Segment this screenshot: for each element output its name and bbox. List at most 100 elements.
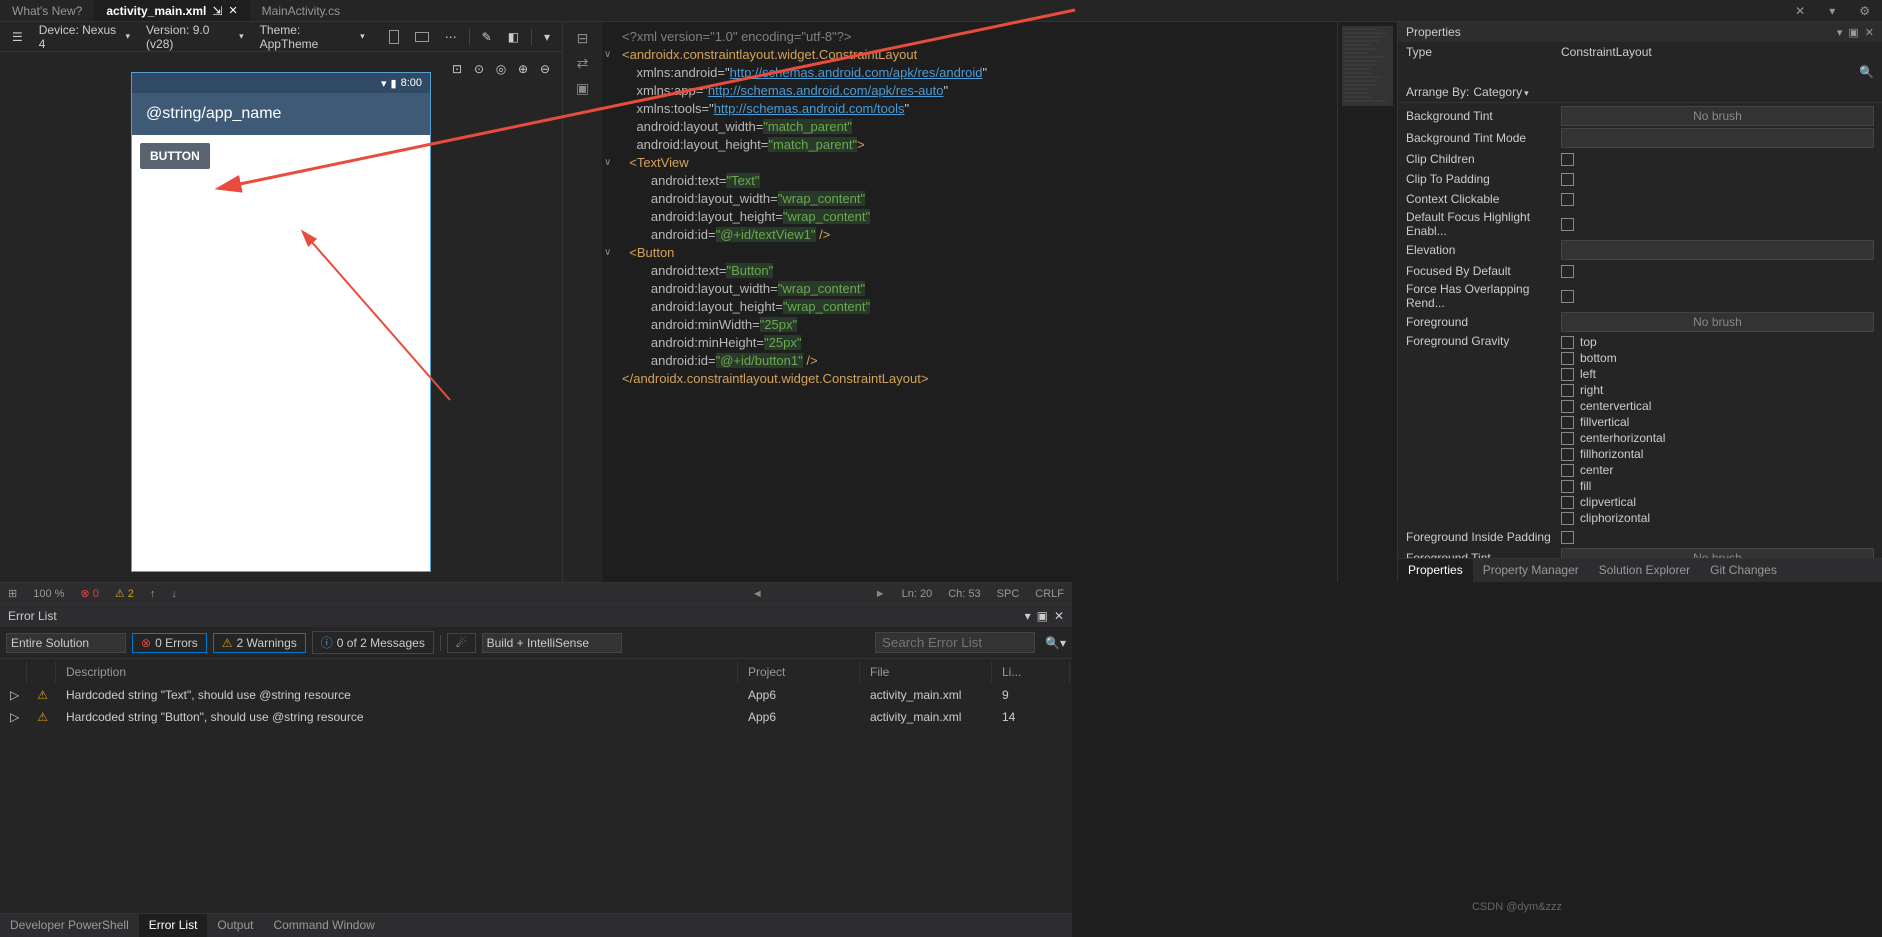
scope-dropdown[interactable]: Entire Solution [6, 633, 126, 653]
close-icon[interactable]: ✕ [1865, 26, 1874, 39]
close-icon[interactable]: ✕ [1054, 609, 1064, 623]
search-icon[interactable]: 🔍 [1859, 65, 1874, 79]
tab-dropdown-icon[interactable]: ▾ [1817, 0, 1847, 21]
arrange-by-dropdown[interactable]: Category [1473, 85, 1528, 99]
table-row[interactable]: ▷⚠Hardcoded string "Button", should use … [2, 707, 1070, 727]
split-swap-icon[interactable]: ⇄ [577, 55, 589, 72]
checkbox[interactable] [1561, 496, 1574, 509]
checkbox[interactable] [1561, 480, 1574, 493]
portrait-icon[interactable] [385, 28, 403, 46]
build-filter-dropdown[interactable]: Build + IntelliSense [482, 633, 622, 653]
tab-git-changes[interactable]: Git Changes [1700, 559, 1787, 582]
line-ending[interactable]: CRLF [1035, 588, 1064, 600]
pin-icon[interactable]: ⇲ [212, 4, 222, 18]
brush-picker[interactable]: No brush [1561, 548, 1874, 558]
tab-whats-new[interactable]: What's New? [0, 0, 94, 21]
checkbox[interactable] [1561, 448, 1574, 461]
device-selector[interactable]: Device: Nexus 4 [35, 21, 134, 53]
col-indicator[interactable]: Ch: 53 [948, 588, 980, 600]
pin-icon[interactable]: ▣ [1037, 609, 1048, 623]
checkbox[interactable] [1561, 432, 1574, 445]
error-search-input[interactable] [875, 632, 1035, 653]
table-row[interactable]: ▷⚠Hardcoded string "Text", should use @s… [2, 685, 1070, 705]
brush-picker[interactable]: No brush [1561, 106, 1874, 126]
checkbox[interactable] [1561, 218, 1574, 231]
landscape-icon[interactable] [411, 30, 433, 44]
search-icon[interactable]: 🔍▾ [1045, 636, 1066, 650]
tab-output[interactable]: Output [207, 914, 263, 937]
tab-settings-icon[interactable]: ⚙ [1847, 0, 1882, 21]
error-list-panel: Error List ▾ ▣ ✕ Entire Solution ⊗0 Erro… [0, 604, 1072, 913]
checkbox[interactable] [1561, 193, 1574, 206]
nav-up-icon[interactable]: ↑ [150, 588, 156, 600]
tab-activity-main[interactable]: activity_main.xml ⇲ ✕ [94, 0, 249, 21]
zoom-actual-icon[interactable]: ◎ [492, 60, 510, 78]
tab-error-list[interactable]: Error List [139, 914, 208, 937]
checkbox[interactable] [1561, 512, 1574, 525]
tab-main-activity[interactable]: MainActivity.cs [250, 0, 352, 21]
zoom-in-icon[interactable]: ⊕ [514, 60, 532, 78]
messages-filter-button[interactable]: ⓘ0 of 2 Messages [312, 631, 434, 654]
dropdown-icon[interactable]: ▾ [540, 28, 554, 46]
fit-icon[interactable]: ⊡ [448, 60, 466, 78]
filter-icon[interactable]: ☄ [447, 633, 476, 653]
zoom-level[interactable]: 100 % [33, 588, 64, 600]
warning-count[interactable]: ⚠ 2 [115, 587, 134, 600]
preview-button[interactable]: BUTTON [140, 143, 210, 169]
fold-icon[interactable]: ∨ [604, 154, 611, 172]
col-line[interactable]: Li... [994, 661, 1070, 683]
line-indicator[interactable]: Ln: 20 [902, 588, 933, 600]
checkbox[interactable] [1561, 352, 1574, 365]
dropdown-input[interactable] [1561, 128, 1874, 148]
split-horizontal-icon[interactable]: ⊟ [577, 30, 589, 47]
text-input[interactable] [1561, 240, 1874, 260]
tab-close-document[interactable]: ✕ [1783, 0, 1817, 21]
indent-mode[interactable]: SPC [997, 588, 1020, 600]
material-icon[interactable]: ◧ [504, 28, 523, 46]
col-project[interactable]: Project [740, 661, 860, 683]
pin-icon[interactable]: ▣ [1848, 26, 1858, 39]
checkbox[interactable] [1561, 400, 1574, 413]
error-count[interactable]: ⊗ 0 [80, 587, 98, 600]
checkbox[interactable] [1561, 368, 1574, 381]
checkbox[interactable] [1561, 531, 1574, 544]
checkbox[interactable] [1561, 153, 1574, 166]
brush-picker[interactable]: No brush [1561, 312, 1874, 332]
checkbox[interactable] [1561, 336, 1574, 349]
checkbox[interactable] [1561, 173, 1574, 186]
checkbox[interactable] [1561, 384, 1574, 397]
collapse-pane-icon[interactable]: ▣ [576, 80, 589, 97]
split-icon[interactable]: ⊞ [8, 587, 17, 600]
version-selector[interactable]: Version: 9.0 (v28) [142, 21, 248, 53]
window-dropdown-icon[interactable]: ▾ [1837, 26, 1843, 39]
errors-filter-button[interactable]: ⊗0 Errors [132, 633, 207, 653]
theme-selector[interactable]: Theme: AppTheme [256, 21, 369, 53]
fold-icon[interactable]: ∨ [604, 244, 611, 262]
expand-icon[interactable]: ▷ [10, 710, 19, 724]
checkbox[interactable] [1561, 290, 1574, 303]
tab-powershell[interactable]: Developer PowerShell [0, 914, 139, 937]
expand-icon[interactable]: ▷ [10, 688, 19, 702]
minimap[interactable] [1337, 22, 1397, 582]
col-description[interactable]: Description [58, 661, 738, 683]
tab-properties[interactable]: Properties [1398, 559, 1473, 582]
tab-property-manager[interactable]: Property Manager [1473, 559, 1589, 582]
window-dropdown-icon[interactable]: ▾ [1025, 609, 1031, 623]
col-file[interactable]: File [862, 661, 992, 683]
close-icon[interactable]: ✕ [228, 4, 237, 17]
checkbox[interactable] [1561, 265, 1574, 278]
checkbox[interactable] [1561, 416, 1574, 429]
brush-icon[interactable]: ✎ [478, 28, 496, 46]
code-editor[interactable]: <?xml version="1.0" encoding="utf-8"?> ∨… [602, 22, 1337, 582]
checkbox[interactable] [1561, 464, 1574, 477]
zoom-out-icon[interactable]: ⊖ [536, 60, 554, 78]
phone-frame[interactable]: ▾ ▮ 8:00 @string/app_name BUTTON [131, 72, 431, 572]
hamburger-icon[interactable]: ☰ [8, 28, 27, 46]
tab-solution-explorer[interactable]: Solution Explorer [1589, 559, 1700, 582]
tab-command-window[interactable]: Command Window [263, 914, 384, 937]
zoom-reset-icon[interactable]: ⊙ [470, 60, 488, 78]
nav-down-icon[interactable]: ↓ [171, 588, 177, 600]
fold-icon[interactable]: ∨ [604, 46, 611, 64]
overflow-icon[interactable]: ⋯ [441, 28, 461, 46]
warnings-filter-button[interactable]: ⚠2 Warnings [213, 633, 306, 653]
